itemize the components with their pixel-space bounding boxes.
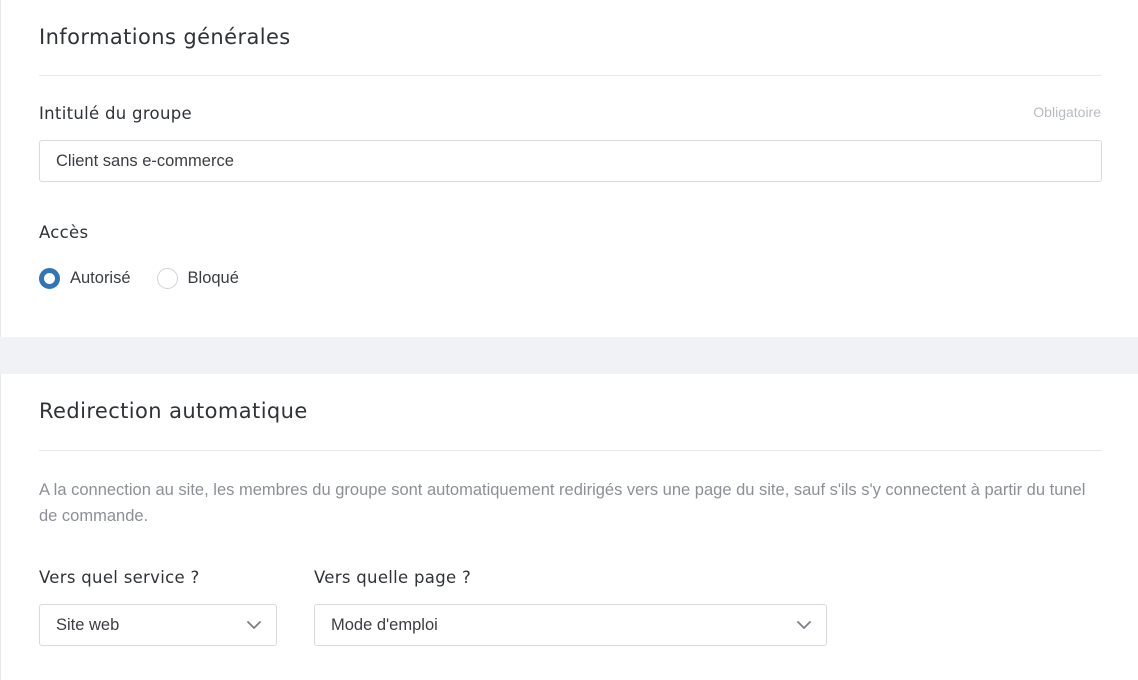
access-radio-group: Autorisé Bloqué	[39, 267, 265, 289]
page-select[interactable]: Mode d'emploi	[314, 604, 827, 646]
radio-blocked[interactable]: Bloqué	[156, 267, 239, 289]
radio-checked-icon[interactable]	[39, 267, 60, 289]
radio-authorized[interactable]: Autorisé	[39, 267, 131, 289]
group-name-label: Intitulé du groupe	[39, 104, 192, 123]
section-title-general: Informations générales	[39, 25, 291, 49]
chevron-down-icon	[247, 621, 261, 629]
radio-unchecked-icon[interactable]	[156, 267, 178, 289]
divider	[39, 75, 1102, 76]
redirect-card: Redirection automatique A la connection …	[0, 374, 1138, 680]
chevron-down-icon	[797, 621, 811, 629]
access-label: Accès	[39, 223, 89, 242]
service-select-value: Site web	[56, 616, 120, 634]
redirect-description: A la connection au site, les membres du …	[39, 481, 1086, 525]
radio-blocked-label: Bloqué	[187, 268, 239, 287]
divider	[39, 450, 1102, 451]
required-indicator: Obligatoire	[1033, 104, 1101, 120]
section-title-redirect: Redirection automatique	[39, 399, 308, 423]
group-name-input[interactable]: Client sans e-commerce	[39, 140, 1102, 182]
service-label: Vers quel service ?	[39, 568, 200, 587]
radio-authorized-label: Autorisé	[70, 268, 131, 287]
page-select-value: Mode d'emploi	[331, 616, 438, 634]
service-select[interactable]: Site web	[39, 604, 277, 646]
page-label: Vers quelle page ?	[314, 568, 472, 587]
general-info-card: Informations générales Intitulé du group…	[0, 0, 1138, 337]
